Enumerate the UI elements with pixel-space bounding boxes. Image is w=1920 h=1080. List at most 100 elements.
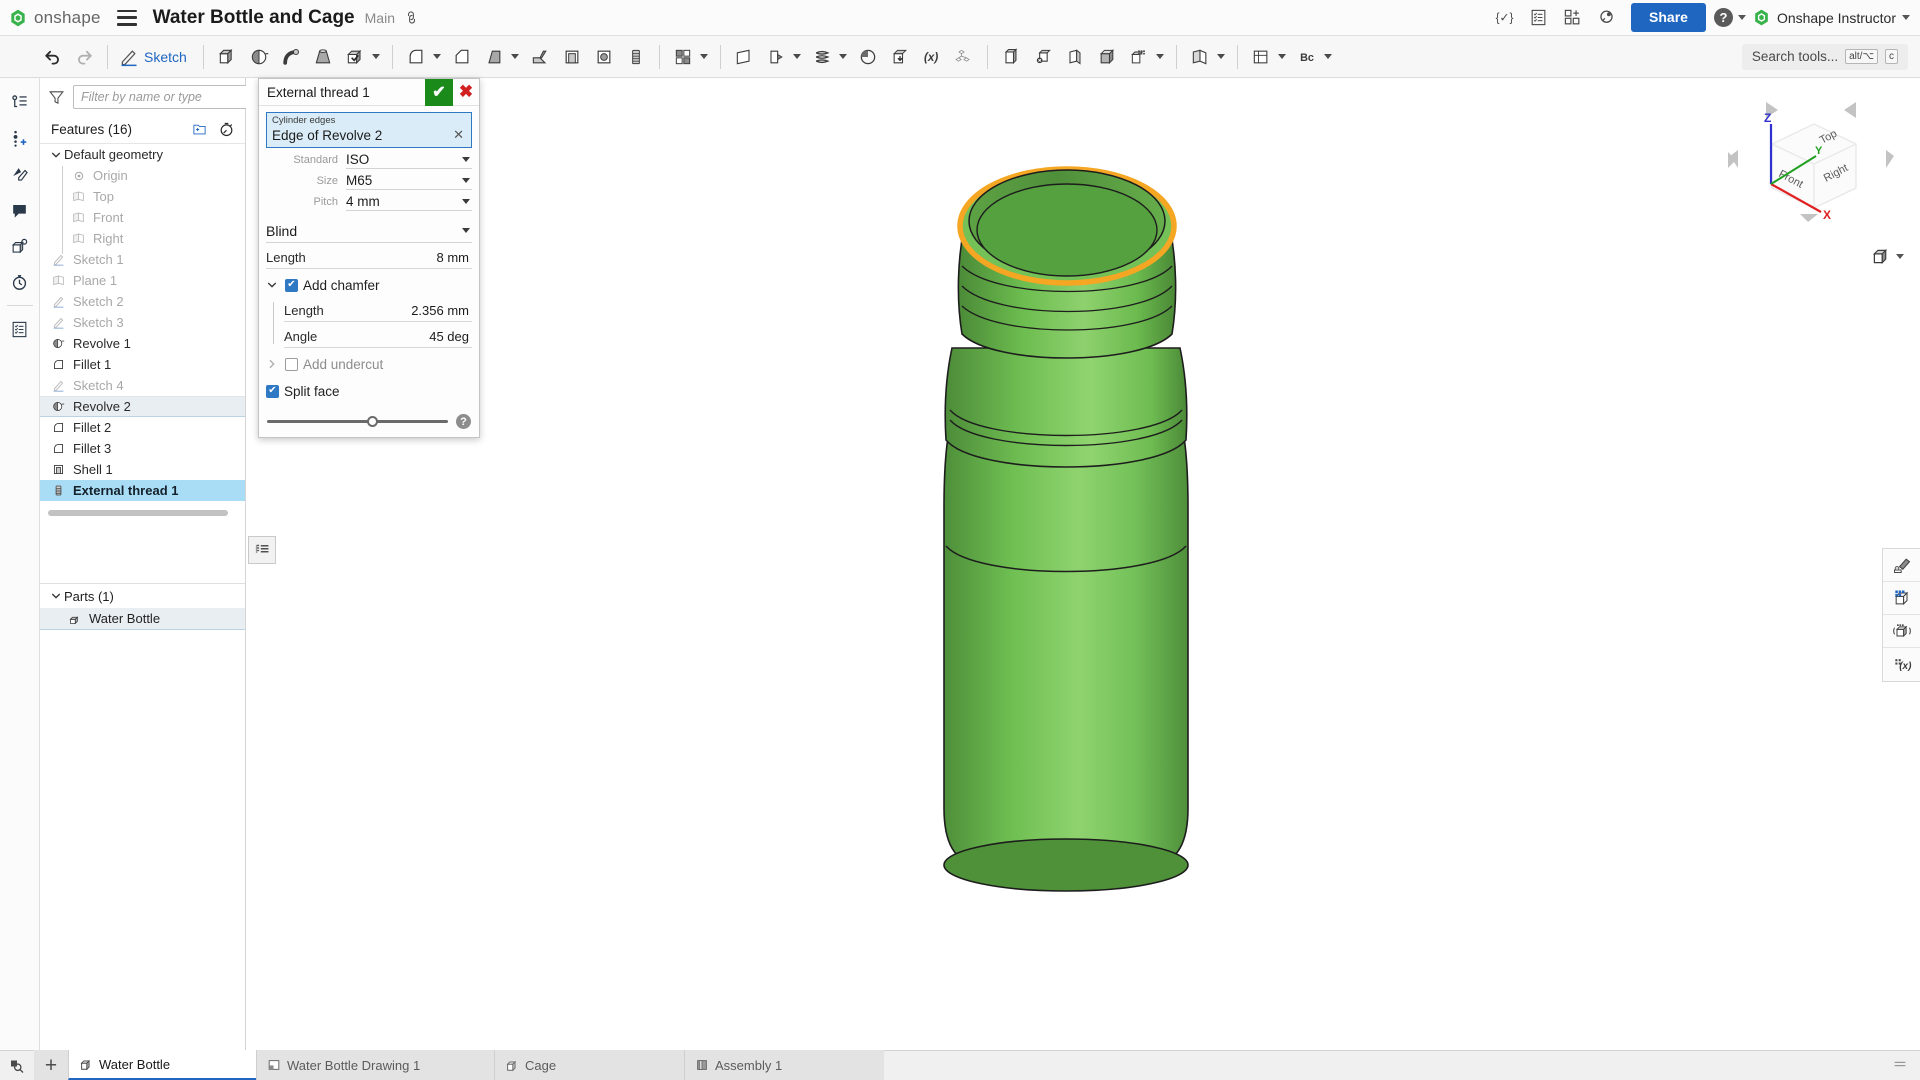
add-chamfer-checkbox[interactable] [285,278,298,292]
tree-item-revolve-2[interactable]: Revolve 2 [40,396,245,417]
graphics-viewport[interactable]: Top Front Right Z X Y (x) [246,78,1920,1050]
featurescript-icon[interactable]: {✓} [1487,3,1521,33]
tree-item-fillet-1[interactable]: Fillet 1 [40,354,245,375]
tree-item-default-geometry[interactable]: Default geometry [40,144,245,165]
water-bottle-model[interactable] [906,108,1326,928]
delete-part-icon[interactable] [1027,40,1059,74]
release-candidate-icon[interactable] [1521,3,1555,33]
thread-display-slider[interactable] [267,415,448,429]
tree-list-toggle-icon[interactable] [248,536,276,564]
tree-item-sketch-4[interactable]: Sketch 4 [40,375,245,396]
part-studio-icon[interactable] [995,40,1027,74]
bc-tools-icon[interactable]: Bc [1291,40,1323,74]
measure-variables-icon[interactable]: (x) [1883,648,1920,681]
cylinder-edges-query[interactable]: Cylinder edges Edge of Revolve 2 ✕ [266,112,472,148]
dialog-cancel-button[interactable]: ✖ [453,79,479,106]
chevron-down-icon[interactable] [1277,54,1286,59]
new-folder-icon[interactable] [191,122,208,137]
assembly-parts-icon[interactable] [948,40,980,74]
feature-tree-list[interactable]: Default geometry Origin Top Front Right … [40,144,245,583]
add-undercut-checkbox[interactable] [285,357,298,371]
collapse-tabs-icon[interactable] [1880,1050,1920,1080]
appearance-paint-icon[interactable] [1883,549,1920,582]
redo-icon[interactable] [68,40,100,74]
solid-cube-icon[interactable] [1091,40,1123,74]
add-tab-button[interactable]: + [34,1050,68,1080]
share-button[interactable]: Share [1631,3,1706,32]
help-menu[interactable]: ? [1713,8,1746,27]
view-mode-button[interactable] [1870,246,1904,267]
feature-list-icon[interactable] [3,84,37,120]
view-cube[interactable]: Top Front Right Z X Y [1726,100,1902,230]
hamburger-menu-icon[interactable] [116,9,137,26]
tree-item-origin[interactable]: Origin [40,165,245,186]
chevron-right-icon[interactable] [266,359,277,369]
revolve-icon[interactable] [243,40,275,74]
split-face-row[interactable]: Split face [266,380,472,402]
tab-water-bottle[interactable]: Water Bottle [68,1050,256,1080]
transform-icon[interactable] [760,40,792,74]
filter-input[interactable] [73,85,252,109]
chamfer-icon[interactable] [446,40,478,74]
tree-item-sketch-2[interactable]: Sketch 2 [40,291,245,312]
tree-item-sketch-3[interactable]: Sketch 3 [40,312,245,333]
chevron-down-icon[interactable] [1323,54,1332,59]
dialog-accept-button[interactable]: ✔ [425,78,453,106]
chevron-down-icon[interactable] [1216,54,1225,59]
link-icon[interactable] [401,7,422,28]
chamfer-length-row[interactable]: Length 2.356 mm [284,300,472,322]
tree-item-front-plane[interactable]: Front [40,207,245,228]
mirror-icon[interactable] [1059,40,1091,74]
undo-icon[interactable] [36,40,68,74]
thread-icon[interactable] [620,40,652,74]
add-chamfer-row[interactable]: Add chamfer [266,274,472,296]
split-icon[interactable] [852,40,884,74]
parts-header[interactable]: Parts (1) [40,584,245,608]
composite-part-icon[interactable] [1123,40,1155,74]
extrude-icon[interactable] [211,40,243,74]
bill-of-materials-icon[interactable] [3,311,37,347]
end-condition-select[interactable]: Blind [266,219,472,243]
comments-icon[interactable] [3,192,37,228]
clear-x-icon[interactable]: ✕ [451,127,466,143]
chevron-down-icon[interactable] [1155,54,1164,59]
sketch-button[interactable]: Sketch [115,47,196,67]
chevron-down-icon[interactable] [50,150,61,160]
add-version-icon[interactable] [3,120,37,156]
tab-cage[interactable]: Cage [494,1050,684,1080]
hole-icon[interactable] [588,40,620,74]
slider-knob[interactable] [366,416,378,427]
chamfer-angle-row[interactable]: Angle 45 deg [284,326,472,348]
shell-icon[interactable] [556,40,588,74]
chevron-down-icon[interactable] [432,54,441,59]
chevron-down-icon[interactable] [266,280,277,290]
fillet-icon[interactable] [400,40,432,74]
dialog-help-icon[interactable]: ? [456,414,471,429]
draft-icon[interactable] [478,40,510,74]
filter-funnel-icon[interactable] [48,89,65,106]
display-state-icon[interactable] [1245,40,1277,74]
tab-water-bottle-drawing-1[interactable]: Water Bottle Drawing 1 [256,1050,494,1080]
add-undercut-row[interactable]: Add undercut [266,353,472,375]
chevron-down-icon[interactable] [838,54,847,59]
standard-select[interactable]: ISO [346,150,472,169]
search-tools-input[interactable]: Search tools... alt/⌥ c [1741,43,1908,70]
part-item-water-bottle[interactable]: Water Bottle [40,608,245,630]
variable-icon[interactable]: (x) [916,40,948,74]
tree-item-sketch-1[interactable]: Sketch 1 [40,249,245,270]
tree-item-external-thread-1[interactable]: External thread 1 [40,480,245,501]
chevron-down-icon[interactable] [699,54,708,59]
boolean-icon[interactable] [339,40,371,74]
tab-search-icon[interactable] [0,1050,34,1080]
history-icon[interactable] [3,264,37,300]
chevron-down-icon[interactable] [50,591,61,601]
tree-scrollbar[interactable] [48,510,228,516]
render-view-icon[interactable] [1883,615,1920,648]
sweep-icon[interactable] [275,40,307,74]
rollback-timer-icon[interactable] [218,121,235,138]
part-properties-icon[interactable] [3,228,37,264]
import-derived-icon[interactable] [884,40,916,74]
chevron-down-icon[interactable] [510,54,519,59]
tree-item-top-plane[interactable]: Top [40,186,245,207]
tree-item-shell-1[interactable]: Shell 1 [40,459,245,480]
